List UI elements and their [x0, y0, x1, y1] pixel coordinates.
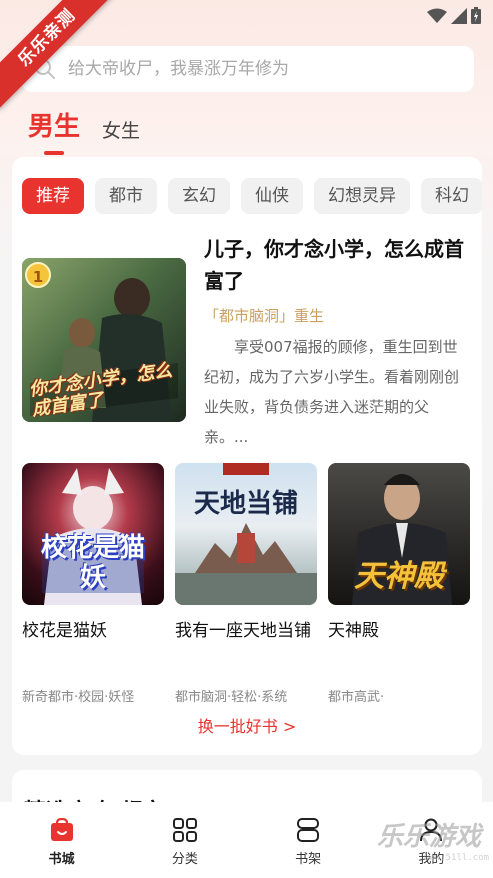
battery-icon: [471, 7, 481, 24]
book-tags: 都市脑洞·轻松·系统: [175, 690, 288, 705]
category-tab-xianxia[interactable]: 仙侠: [241, 178, 303, 214]
book-item[interactable]: 校花是猫妖 校花是猫妖 新奇都市·校园·妖怪: [22, 463, 164, 705]
refresh-books-link[interactable]: 换一批好书 >: [12, 713, 482, 737]
book-title[interactable]: 校花是猫妖: [22, 617, 164, 673]
nav-label: 我的: [418, 851, 445, 867]
book-cover[interactable]: 天地当铺: [175, 463, 317, 605]
featured-book-tags: 「都市脑洞」重生: [204, 307, 325, 325]
book-tags: 都市高武·: [328, 690, 385, 705]
featured-book-title[interactable]: 儿子，你才念小学，怎么成首富了: [204, 233, 472, 297]
search-input[interactable]: [68, 59, 448, 79]
status-icons: [427, 7, 481, 24]
nav-label: 分类: [171, 851, 198, 867]
cover-title: 天神殿: [354, 559, 444, 594]
nav-bookshelf[interactable]: 书架: [268, 817, 348, 867]
recommend-card: 推荐 都市 玄幻 仙侠 幻想灵异 科幻 1 你才念小学，怎么成首富了 儿子，你才: [12, 157, 482, 755]
nav-label: 书城: [48, 851, 75, 867]
category-tab-supernatural[interactable]: 幻想灵异: [314, 178, 410, 214]
nav-label: 书架: [295, 851, 322, 867]
book-cover[interactable]: 校花是猫妖: [22, 463, 164, 605]
featured-book-cover[interactable]: 1 你才念小学，怎么成首富了: [22, 258, 186, 422]
category-tab-fantasy[interactable]: 玄幻: [168, 178, 230, 214]
book-title[interactable]: 我有一座天地当铺: [175, 617, 317, 673]
category-tab-recommend[interactable]: 推荐: [22, 178, 84, 214]
wifi-icon: [427, 8, 447, 23]
search-bar[interactable]: [22, 46, 474, 92]
nav-profile[interactable]: 我的: [391, 818, 471, 867]
book-item[interactable]: 天神殿 天神殿 都市高武·: [328, 463, 470, 705]
tab-male[interactable]: 男生: [28, 106, 80, 151]
category-tab-city[interactable]: 都市: [95, 178, 157, 214]
rank-badge: 1: [25, 262, 51, 288]
category-tabs: 推荐 都市 玄幻 仙侠 幻想灵异 科幻: [22, 178, 482, 214]
cover-title: 天地当铺: [193, 489, 298, 519]
grid-icon: [172, 817, 197, 842]
book-tags: 新奇都市·校园·妖怪: [22, 690, 135, 705]
gender-tabs: 男生 女生: [28, 106, 140, 151]
featured-book-description: 享受007福报的顾修，重生回到世纪初，成为了六岁小学生。看着刚刚创业失败，背负债…: [204, 338, 460, 446]
category-tab-scifi[interactable]: 科幻: [421, 178, 482, 214]
user-icon: [420, 818, 443, 841]
book-grid: 校花是猫妖 校花是猫妖 新奇都市·校园·妖怪 天地当铺 我有一座天地当铺 都市脑…: [22, 463, 470, 705]
cover-title: 校花是猫妖: [40, 533, 145, 593]
book-cover[interactable]: 天神殿: [328, 463, 470, 605]
signal-icon: [451, 7, 467, 24]
tab-female[interactable]: 女生: [102, 116, 140, 151]
bookstore-icon: [50, 817, 73, 841]
book-item[interactable]: 天地当铺 我有一座天地当铺 都市脑洞·轻松·系统: [175, 463, 317, 705]
nav-bookstore[interactable]: 书城: [22, 817, 102, 867]
nav-category[interactable]: 分类: [145, 817, 225, 867]
bottom-navigation: 书城 分类 书架 我的: [0, 802, 493, 878]
bookshelf-icon: [297, 817, 320, 842]
book-title[interactable]: 天神殿: [328, 617, 470, 673]
